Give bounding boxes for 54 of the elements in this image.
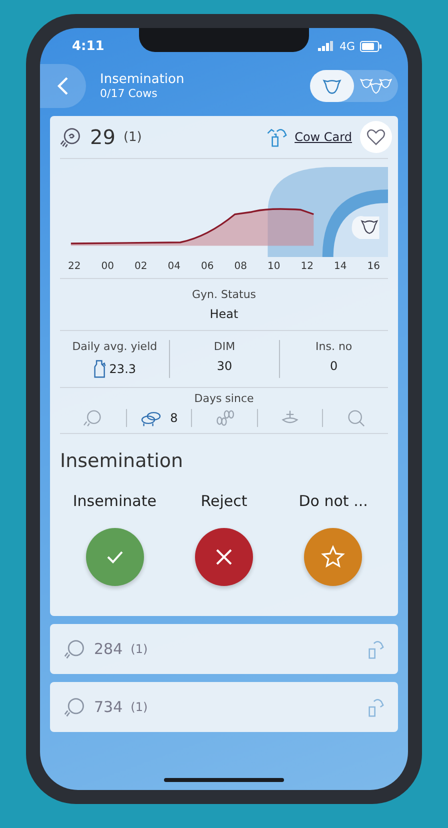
screen-title: Insemination	[100, 72, 186, 87]
chart-hour-label: 02	[134, 261, 148, 272]
chart-hour-label: 14	[334, 261, 347, 272]
action-label: Inseminate	[72, 492, 156, 510]
heart-icon	[366, 128, 386, 146]
cow-card-link[interactable]: Cow Card	[294, 130, 352, 144]
cow-number: 29	[90, 125, 116, 149]
chart-hour-label: 22	[68, 261, 81, 272]
lactation-number: (1)	[130, 700, 148, 714]
single-view-toggle[interactable]	[310, 70, 354, 102]
chart-hour-label: 10	[268, 261, 280, 272]
favorite-button[interactable]	[360, 121, 392, 153]
gyn-status-label: Gyn. Status	[192, 288, 256, 301]
reject-button[interactable]	[194, 528, 253, 586]
stat-label: DIM	[214, 340, 236, 353]
network-label: 4G	[339, 40, 355, 52]
stat-value: 30	[216, 359, 232, 373]
section-title: Insemination	[60, 450, 184, 472]
chart-hour-label: 04	[168, 261, 180, 272]
chart-hour-label: 00	[101, 261, 114, 272]
milk-can-icon	[93, 359, 108, 378]
stat-value: 0	[330, 359, 338, 373]
chart-hour-label: 06	[201, 261, 214, 272]
back-button[interactable]	[40, 64, 86, 108]
action-label: Do not ...	[298, 492, 368, 510]
battery-icon	[360, 40, 382, 52]
cow-number: 284	[94, 640, 123, 658]
cow-number: 734	[94, 698, 123, 716]
lactation-number: (1)	[123, 130, 142, 144]
gyn-status-value: Heat	[210, 307, 238, 321]
days-since-label: Days since	[194, 392, 254, 405]
chevron-left-icon	[57, 76, 69, 96]
star-icon	[321, 545, 346, 569]
cow-list-item[interactable]: 734 (1)	[50, 682, 398, 732]
accept-button[interactable]	[86, 528, 144, 586]
cow-count: 0/17 Cows	[100, 87, 158, 100]
status-time: 4:11	[72, 38, 104, 54]
signal-icon	[318, 41, 334, 51]
chart-hour-label: 12	[300, 261, 314, 272]
cow-head-icon	[321, 77, 343, 95]
cow-heads-icon	[360, 76, 392, 96]
stat-label: Ins. no	[316, 340, 352, 353]
chart-hour-label: 16	[367, 261, 380, 272]
heat-icon	[64, 638, 86, 660]
action-label: Reject	[200, 492, 248, 510]
cow-list-item[interactable]: 284 (1)	[50, 624, 398, 674]
stat-label: Daily avg. yield	[72, 340, 158, 353]
chart-hour-label: 08	[234, 261, 247, 272]
stat-value: 23.3	[109, 362, 136, 376]
heat-icon	[60, 126, 82, 148]
skip-button[interactable]	[304, 528, 362, 586]
days-since-value: 8	[170, 411, 178, 425]
lactation-number: (1)	[130, 642, 148, 656]
heat-icon	[64, 696, 86, 718]
